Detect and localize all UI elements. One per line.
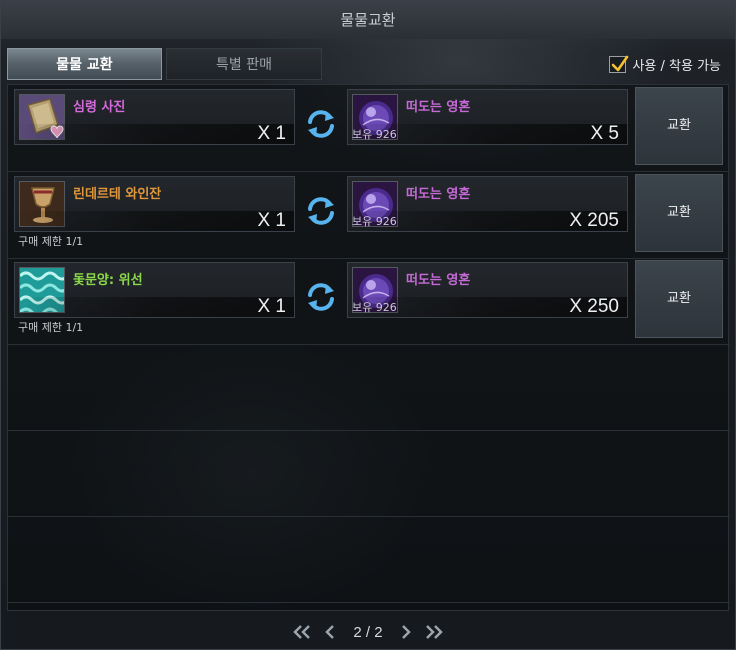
give-quantity: X 1 [257, 210, 286, 231]
purchase-limit: 구매 제한 1/1 [18, 321, 84, 334]
row-divider [8, 344, 730, 345]
usable-checkbox[interactable] [609, 55, 629, 73]
give-item-name: 심령 사진 [73, 100, 126, 115]
give-quantity: X 1 [257, 296, 286, 317]
last-page-button[interactable] [423, 622, 445, 642]
swap-arrows-icon [308, 197, 334, 225]
row-divider [8, 516, 730, 517]
exchange-button[interactable]: 교환 [635, 260, 723, 338]
give-item-slot[interactable]: 돛문양: 위선 X 1 [14, 262, 295, 318]
barter-row: 돛문양: 위선 X 1 구매 제한 1/1 떠도는 영혼 보유 926 X 25… [8, 258, 730, 344]
chevron-left-icon [325, 625, 335, 639]
get-item-slot[interactable]: 떠도는 영혼 보유 926 X 250 [347, 262, 628, 318]
get-item-name: 떠도는 영혼 [406, 273, 471, 288]
double-chevron-left-icon [293, 625, 311, 639]
get-item-name: 떠도는 영혼 [406, 100, 471, 115]
slot-bottom-bar [15, 297, 294, 317]
get-item-name: 떠도는 영혼 [406, 187, 471, 202]
give-item-name: 린데르테 와인잔 [73, 187, 162, 202]
exchange-button[interactable]: 교환 [635, 174, 723, 252]
barter-list: 심령 사진 X 1 떠도는 영혼 보유 926 X 5 교환 린데르테 와인잔 … [7, 84, 730, 611]
slot-bottom-bar [15, 211, 294, 231]
get-quantity: X 5 [590, 123, 619, 144]
get-quantity: X 250 [569, 296, 619, 317]
owned-count: 보유 926 [352, 301, 397, 314]
give-item-slot[interactable]: 심령 사진 X 1 [14, 89, 295, 145]
prev-page-button[interactable] [319, 622, 341, 642]
give-item-slot[interactable]: 린데르테 와인잔 X 1 [14, 176, 295, 232]
first-page-button[interactable] [291, 622, 313, 642]
owned-count: 보유 926 [352, 215, 397, 228]
barter-row: 린데르테 와인잔 X 1 구매 제한 1/1 떠도는 영혼 보유 926 X 2… [8, 172, 730, 258]
window-title: 물물교환 [1, 1, 735, 39]
swap-arrows-icon [308, 110, 334, 138]
get-item-slot[interactable]: 떠도는 영혼 보유 926 X 205 [347, 176, 628, 232]
get-item-slot[interactable]: 떠도는 영혼 보유 926 X 5 [347, 89, 628, 145]
pagination: 2 / 2 [1, 618, 735, 646]
give-quantity: X 1 [257, 123, 286, 144]
chevron-right-icon [401, 625, 411, 639]
slot-bottom-bar [15, 124, 294, 144]
next-page-button[interactable] [395, 622, 417, 642]
usable-filter[interactable]: 사용 / 착용 가능 [609, 54, 721, 74]
owned-count: 보유 926 [352, 128, 397, 141]
give-item-name: 돛문양: 위선 [73, 273, 143, 288]
purchase-limit: 구매 제한 1/1 [18, 235, 84, 248]
barter-row: 심령 사진 X 1 떠도는 영혼 보유 926 X 5 교환 [8, 85, 730, 171]
check-icon [612, 55, 629, 71]
row-divider [8, 430, 730, 431]
tab-barter[interactable]: 물물 교환 [7, 48, 162, 80]
exchange-button[interactable]: 교환 [635, 87, 723, 165]
swap-arrows-icon [308, 283, 334, 311]
row-divider [8, 602, 730, 603]
barter-window: 물물교환 물물 교환 특별 판매 사용 / 착용 가능 심령 사진 X 1 떠도… [0, 0, 736, 650]
get-quantity: X 205 [569, 210, 619, 231]
tab-special-sale[interactable]: 특별 판매 [166, 48, 322, 80]
usable-filter-label: 사용 / 착용 가능 [632, 58, 721, 74]
page-indicator: 2 / 2 [353, 623, 383, 641]
double-chevron-right-icon [425, 625, 443, 639]
